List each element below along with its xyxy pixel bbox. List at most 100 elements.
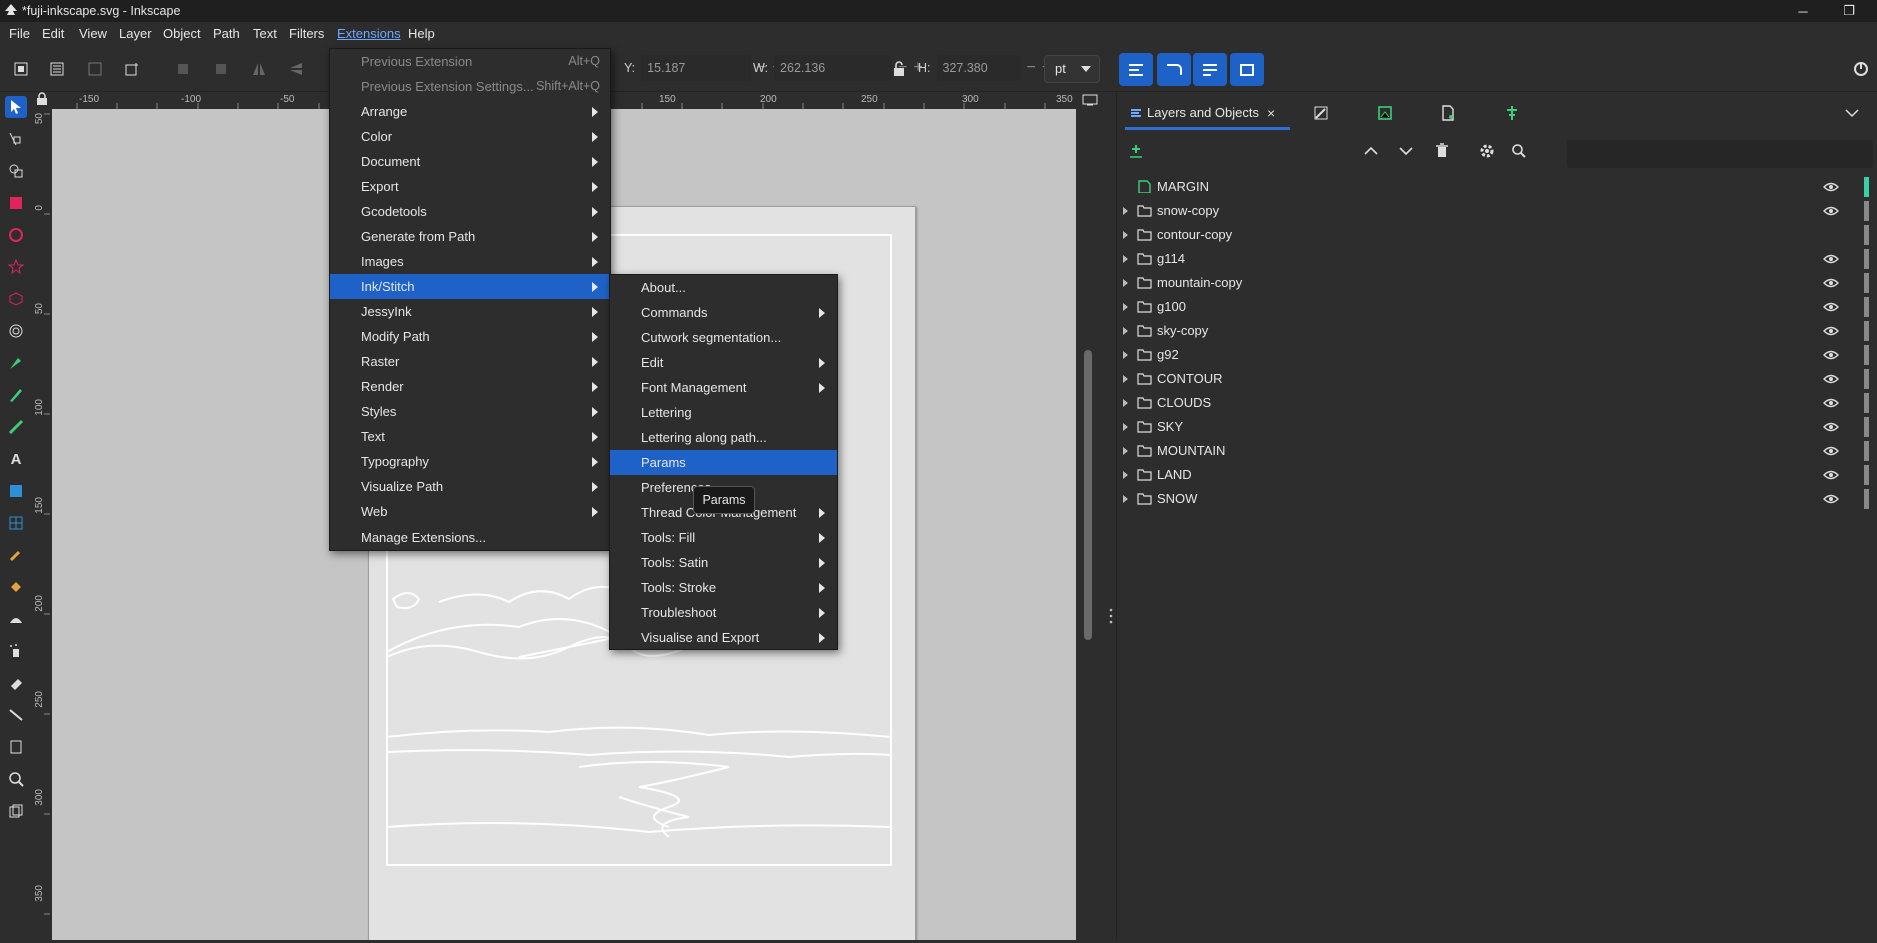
menu-item-document[interactable]: Document [330, 149, 610, 174]
menu-item-render[interactable]: Render [330, 374, 610, 399]
layer-row-snow-copy[interactable]: snow-copy [1117, 199, 1877, 223]
pages-tool-icon[interactable] [5, 736, 27, 758]
layer-row-g92[interactable]: g92 [1117, 343, 1877, 367]
rotate-ccw-icon[interactable] [172, 58, 194, 80]
transform-patterns-button[interactable] [1230, 53, 1264, 86]
visibility-eye-icon[interactable] [1823, 421, 1839, 433]
dock-resize-handle[interactable] [1106, 92, 1116, 940]
selector-tool-icon[interactable] [5, 96, 27, 118]
layer-row-contour[interactable]: CONTOUR [1117, 367, 1877, 391]
scale-corners-button[interactable] [1157, 53, 1191, 86]
deselect-icon[interactable] [84, 58, 106, 80]
menu-extensions[interactable]: Extensions [330, 22, 408, 46]
tab-layers-and-objects[interactable]: Layers and Objects × [1125, 98, 1290, 130]
expand-arrow-icon[interactable] [1123, 255, 1128, 263]
layer-row-mountain[interactable]: MOUNTAIN [1117, 439, 1877, 463]
mesh-tool-icon[interactable] [5, 512, 27, 534]
menu-path[interactable]: Path [206, 22, 247, 46]
menu-view[interactable]: View [72, 22, 114, 46]
ellipse-tool-icon[interactable] [5, 224, 27, 246]
menu-item-cutwork-segmentation[interactable]: Cutwork segmentation... [610, 325, 837, 350]
menu-item-font-management[interactable]: Font Management [610, 375, 837, 400]
pen-tool-icon[interactable] [5, 352, 27, 374]
menu-item-color[interactable]: Color [330, 124, 610, 149]
star-tool-icon[interactable] [5, 256, 27, 278]
text-tool-icon[interactable]: A [5, 448, 27, 470]
tweak-tool-icon[interactable] [5, 608, 27, 630]
expand-arrow-icon[interactable] [1123, 447, 1128, 455]
paint-bucket-icon[interactable] [5, 576, 27, 598]
spray-tool-icon[interactable] [5, 640, 27, 662]
fill-stroke-tab-icon[interactable] [1310, 102, 1332, 124]
h-spinbox[interactable]: H: 327.380 − + [918, 55, 1051, 81]
menu-item-generate-from-path[interactable]: Generate from Path [330, 224, 610, 249]
w-field[interactable]: 262.136 [774, 55, 893, 81]
menu-object[interactable]: Object [156, 22, 208, 46]
guide-lock-icon[interactable] [36, 92, 50, 109]
visibility-eye-icon[interactable] [1823, 469, 1839, 481]
dropper-tool-icon[interactable] [5, 544, 27, 566]
layer-row-g114[interactable]: g114 [1117, 247, 1877, 271]
touch-select-icon[interactable] [121, 58, 143, 80]
visibility-eye-icon[interactable] [1823, 205, 1839, 217]
visibility-eye-icon[interactable] [1823, 325, 1839, 337]
visibility-eye-icon[interactable] [1823, 301, 1839, 313]
expand-arrow-icon[interactable] [1123, 375, 1128, 383]
trash-icon[interactable] [1431, 140, 1453, 162]
add-layer-icon[interactable] [1125, 140, 1147, 162]
h-field[interactable]: 327.380 [936, 55, 1021, 81]
connector-tool-icon[interactable] [5, 704, 27, 726]
minimize-button[interactable]: ─ [1780, 0, 1826, 22]
menu-item-typography[interactable]: Typography [330, 449, 610, 474]
close-tab-icon[interactable]: × [1267, 105, 1275, 121]
menu-item-troubleshoot[interactable]: Troubleshoot [610, 600, 837, 625]
flip-horizontal-icon[interactable] [248, 58, 270, 80]
layer-row-clouds[interactable]: CLOUDS [1117, 391, 1877, 415]
lock-icon[interactable] [888, 58, 910, 80]
menu-item-gcodetools[interactable]: Gcodetools [330, 199, 610, 224]
rectangle-tool-icon[interactable] [5, 192, 27, 214]
transform-gradients-button[interactable] [1193, 53, 1227, 86]
menu-text[interactable]: Text [246, 22, 284, 46]
expand-arrow-icon[interactable] [1123, 279, 1128, 287]
expand-arrow-icon[interactable] [1123, 423, 1128, 431]
menu-filters[interactable]: Filters [282, 22, 331, 46]
menu-item-styles[interactable]: Styles [330, 399, 610, 424]
expand-arrow-icon[interactable] [1123, 399, 1128, 407]
search-icon[interactable] [1508, 140, 1530, 162]
chevron-down-icon[interactable] [1841, 102, 1863, 124]
layer-row-land[interactable]: LAND [1117, 463, 1877, 487]
vertical-scrollbar[interactable] [1084, 350, 1092, 640]
menu-item-images[interactable]: Images [330, 249, 610, 274]
unit-dropdown[interactable]: pt [1044, 55, 1100, 83]
expand-arrow-icon[interactable] [1123, 351, 1128, 359]
chevron-up-icon[interactable] [1360, 140, 1382, 162]
menu-item-inkstitch[interactable]: Ink/Stitch [330, 274, 610, 299]
menu-item-tools-fill[interactable]: Tools: Fill [610, 525, 837, 550]
align-distribute-tab-icon[interactable] [1501, 102, 1523, 124]
export-tab-icon[interactable] [1374, 102, 1396, 124]
visibility-eye-icon[interactable] [1823, 253, 1839, 265]
y-field[interactable]: 15.187 [641, 55, 752, 81]
shape-builder-icon[interactable] [5, 160, 27, 182]
pencil-tool-icon[interactable] [5, 384, 27, 406]
menu-item-about[interactable]: About... [610, 275, 837, 300]
object-search-input[interactable] [1567, 140, 1873, 168]
chevron-down-icon[interactable] [1395, 140, 1417, 162]
menu-item-jessyink[interactable]: JessyInk [330, 299, 610, 324]
visibility-eye-icon[interactable] [1823, 397, 1839, 409]
menu-item-manage-extensions[interactable]: Manage Extensions... [330, 525, 610, 550]
visibility-eye-icon[interactable] [1823, 493, 1839, 505]
menu-item-modify-path[interactable]: Modify Path [330, 324, 610, 349]
select-all-layers-icon[interactable] [46, 58, 68, 80]
gradient-tool-icon[interactable] [5, 480, 27, 502]
spiral-tool-icon[interactable] [5, 320, 27, 342]
menu-item-edit[interactable]: Edit [610, 350, 837, 375]
zoom-tool-icon[interactable] [5, 768, 27, 790]
menu-item-previous-extension-settings[interactable]: Previous Extension Settings... Shift+Alt+… [330, 74, 610, 99]
visibility-eye-icon[interactable] [1823, 277, 1839, 289]
select-all-icon[interactable] [10, 58, 32, 80]
expand-arrow-icon[interactable] [1123, 327, 1128, 335]
layer-row-mountain-copy[interactable]: mountain-copy [1117, 271, 1877, 295]
menu-item-text[interactable]: Text [330, 424, 610, 449]
